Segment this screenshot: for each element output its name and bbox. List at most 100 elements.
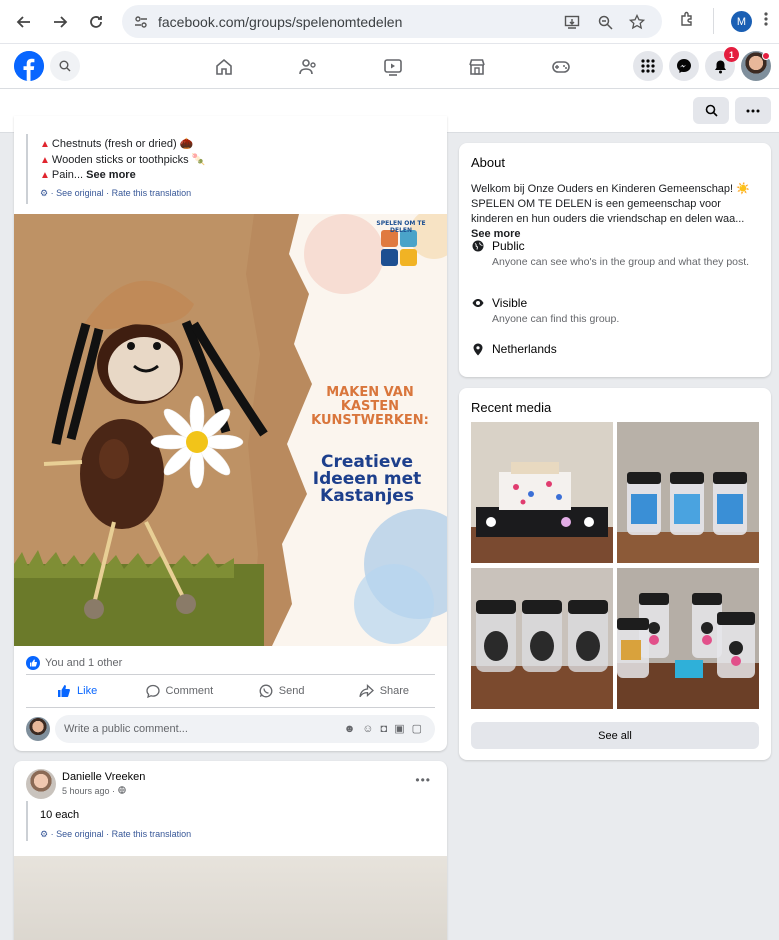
whatsapp-icon [259,684,273,698]
url-text: facebook.com/groups/spelenomtedelen [158,14,403,30]
site-settings-icon[interactable] [132,13,150,31]
back-arrow-icon[interactable] [12,10,36,34]
gif-icon[interactable]: ▣ [394,723,411,735]
translate-gear-icon: ⚙ [40,829,49,839]
share-arrow-icon [359,684,374,698]
translate-gear-icon: ⚙ [40,188,49,198]
media-thumbnail[interactable] [471,568,613,709]
translation-row: ⚙ · See original · Rate this translation [40,829,192,839]
about-description-text: Welkom bij Onze Ouders en Kinderen Gemee… [471,183,750,225]
timestamp-text: 5 hours ago · [62,786,116,796]
send-button[interactable]: Send [231,675,333,707]
reaction-summary[interactable]: You and 1 other [26,656,122,670]
notification-count-badge: 1 [724,47,739,62]
like-label: Like [77,685,98,697]
post-bullet: ▲ Pain... See more [40,169,136,181]
about-heading: About [471,155,505,170]
eye-icon [471,296,485,310]
toolbar-divider [713,8,714,34]
reload-icon[interactable] [84,10,108,34]
post-image[interactable]: SPELEN OM TE DELEN MAKEN VAN KASTEN KUNS… [14,214,447,646]
puzzle-logo-text: SPELEN OM TE DELEN [376,220,426,234]
see-original-link[interactable]: See original [56,188,104,198]
post-image[interactable] [14,856,447,940]
install-app-icon[interactable] [563,13,581,31]
visibility-description: Anyone can find this group. [492,313,620,325]
translation-rule [26,801,28,841]
media-thumbnail[interactable] [617,422,759,563]
translation-rule [26,134,28,204]
post-actions: Like Comment Send Share [26,674,435,708]
comment-label: Comment [165,685,214,697]
feed-post: Danielle Vreeken 5 hours ago · ••• 10 ea… [14,761,447,940]
comment-tool-icons[interactable]: ☻☺◘▣▢ [344,722,429,735]
menu-grid-icon[interactable] [633,51,663,81]
facebook-logo-icon[interactable] [14,51,44,81]
media-thumbnail[interactable] [471,422,613,563]
bookmark-star-icon[interactable] [628,13,646,31]
location-pin-icon [471,342,485,356]
like-thumb-icon [58,685,71,697]
feed-post: ▲ Chestnuts (fresh or dried) 🌰 ▲ Wooden st… [14,116,447,751]
post-bullet: ▲ Wooden sticks or toothpicks 🍡 [40,154,206,166]
reaction-text: You and 1 other [45,657,123,669]
friends-icon[interactable] [297,56,319,78]
post-bullet: ▲ Chestnuts (fresh or dried) 🌰 [40,138,194,150]
privacy-title: Public [492,239,525,253]
share-button[interactable]: Share [333,675,435,707]
camera-icon[interactable]: ◘ [381,723,395,735]
like-button[interactable]: Like [26,675,128,707]
send-label: Send [278,685,305,697]
comment-placeholder: Write a public comment... [64,723,188,735]
zoom-icon[interactable] [596,13,614,31]
watch-video-icon[interactable] [382,56,404,78]
comment-composer: Write a public comment... ☻☺◘▣▢ [26,715,435,743]
account-alert-dot [762,52,770,60]
extensions-puzzle-icon[interactable] [679,11,695,31]
commenter-avatar [26,717,50,741]
globe-icon [471,239,485,253]
sticker-icon[interactable]: ▢ [412,723,429,735]
post-text: 10 each [40,809,80,821]
visibility-row: Visible Anyone can find this group. [471,296,761,328]
about-card: About Welkom bij Onze Ouders en Kinderen… [459,143,771,377]
forward-arrow-icon[interactable] [48,10,72,34]
recent-media-card: Recent media See all [459,388,771,760]
privacy-description: Anyone can see who's in the group and wh… [492,256,750,268]
comment-bubble-icon [145,684,160,698]
address-bar[interactable]: facebook.com/groups/spelenomtedelen [122,5,662,38]
privacy-row: Public Anyone can see who's in the group… [471,239,761,279]
browser-profile-avatar[interactable]: M [731,11,752,32]
media-thumbnail[interactable] [617,568,759,709]
group-more-button[interactable] [735,97,771,124]
post-options-icon[interactable]: ••• [415,773,431,787]
emoji-icon[interactable]: ☺ [362,723,380,735]
recent-media-heading: Recent media [471,400,552,415]
messenger-icon[interactable] [669,51,699,81]
location-text: Netherlands [492,342,557,356]
author-name[interactable]: Danielle Vreeken [62,771,145,783]
see-original-link[interactable]: See original [56,829,104,839]
home-icon[interactable] [213,56,235,78]
share-label: Share [379,685,410,697]
comment-button[interactable]: Comment [128,675,230,707]
visibility-title: Visible [492,296,528,310]
comment-input[interactable]: Write a public comment... ☻☺◘▣▢ [55,715,435,743]
facebook-search-icon[interactable] [50,51,80,81]
like-reaction-icon [26,656,40,670]
see-more-link[interactable]: See more [86,169,136,181]
gaming-icon[interactable] [550,56,572,78]
marketplace-icon[interactable] [466,56,488,78]
location-row: Netherlands [471,342,761,360]
translation-row: ⚙ · See original · Rate this translation [40,188,192,198]
rate-translation-link[interactable]: Rate this translation [112,829,192,839]
see-all-media-button[interactable]: See all [471,722,759,749]
post-timestamp[interactable]: 5 hours ago · [62,786,126,796]
author-avatar[interactable] [26,769,56,799]
image-heading: MAKEN VAN KASTEN KUNSTWERKEN: [311,385,429,428]
rate-translation-link[interactable]: Rate this translation [112,188,192,198]
about-description: Welkom bij Onze Ouders en Kinderen Gemee… [471,182,761,242]
avatar-sticker-icon[interactable]: ☻ [344,723,363,735]
group-search-button[interactable] [693,97,729,124]
browser-menu-icon[interactable] [764,11,768,31]
